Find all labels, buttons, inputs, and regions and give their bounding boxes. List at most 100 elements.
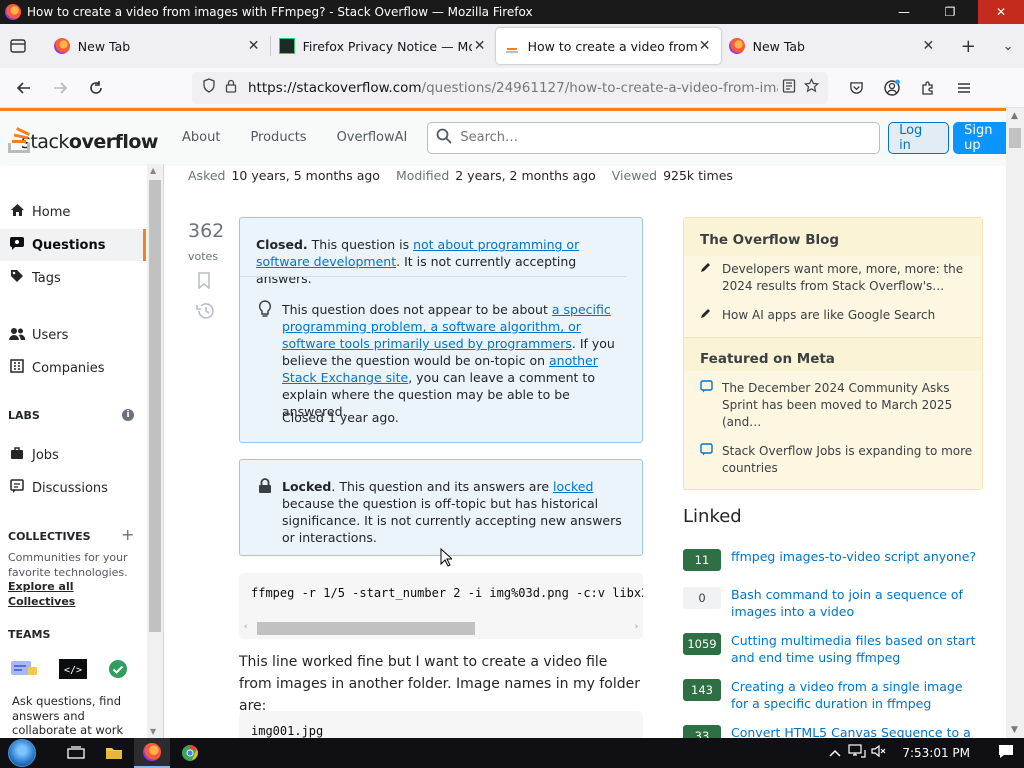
code-block-ffmpeg-command[interactable]: ffmpeg -r 1/5 -start_number 2 -i img%03d…: [239, 573, 643, 639]
taskbar-file-explorer[interactable]: [96, 738, 132, 768]
page-scroll-thumb[interactable]: [1009, 128, 1021, 148]
tab-close-icon[interactable]: ✕: [472, 38, 488, 54]
scroll-up-icon[interactable]: ▲: [150, 166, 156, 175]
start-button[interactable]: [8, 739, 36, 767]
scroll-down-icon[interactable]: ▼: [1011, 725, 1018, 735]
linked-question[interactable]: 11 ffmpeg images-to-video script anyone?: [683, 548, 983, 571]
code-block-filenames[interactable]: img001.jpg: [239, 711, 643, 738]
list-all-tabs-button[interactable]: ⌄: [992, 39, 1024, 54]
extensions-button[interactable]: [910, 80, 946, 96]
sidebar-item-tags[interactable]: Tags: [0, 262, 146, 294]
scroll-up-icon[interactable]: ▲: [1011, 111, 1018, 121]
question-meta: Asked 10 years, 5 months ago Modified 2 ye…: [188, 168, 749, 183]
tab-new-tab-1[interactable]: New Tab ✕: [46, 28, 270, 64]
tracking-protection-shield-icon[interactable]: [198, 78, 220, 97]
info-icon[interactable]: i: [122, 409, 134, 421]
nav-products[interactable]: Products: [250, 130, 306, 145]
forward-button[interactable]: [42, 72, 78, 104]
sidebar-scrollbar[interactable]: ▲ ▼: [147, 164, 163, 738]
new-tab-button[interactable]: +: [952, 36, 984, 57]
code-scroll-thumb[interactable]: [257, 622, 475, 635]
tab-list-button[interactable]: [0, 24, 36, 68]
page-viewport: stackoverflow About Products OverflowAI …: [0, 108, 1024, 738]
sidebar-item-users[interactable]: Users: [0, 319, 146, 351]
stackoverflow-logo[interactable]: stackoverflow: [8, 123, 159, 153]
window-title: How to create a video from images with F…: [27, 5, 533, 19]
firefox-icon: [143, 743, 161, 761]
app-menu-button[interactable]: [946, 82, 982, 94]
sidebar-item-jobs[interactable]: Jobs: [0, 439, 146, 471]
linked-question-link[interactable]: ffmpeg images-to-video script anyone?: [731, 548, 976, 571]
sidebar-scroll-thumb[interactable]: [149, 180, 161, 632]
taskbar-firefox[interactable]: [134, 738, 170, 768]
tab-close-icon[interactable]: ✕: [920, 38, 936, 54]
minimize-button[interactable]: —: [886, 0, 922, 24]
bookmark-star-icon[interactable]: [800, 77, 822, 97]
task-view-button[interactable]: [58, 738, 94, 768]
blog-item[interactable]: Developers want more, more, more: the 20…: [700, 261, 976, 295]
taskbar-clock[interactable]: 7:53:01 PM: [902, 746, 970, 760]
close-window-button[interactable]: ✕: [978, 0, 1024, 24]
linked-question[interactable]: 0 Bash command to join a sequence of ima…: [683, 586, 983, 620]
featured-on-meta-heading: Featured on Meta: [700, 351, 835, 367]
linked-question[interactable]: 143 Creating a video from a single image…: [683, 678, 983, 712]
site-search[interactable]: [427, 121, 881, 154]
tab-privacy-notice[interactable]: Firefox Privacy Notice — Mozill ✕: [271, 28, 496, 64]
nav-overflowai[interactable]: OverflowAI: [337, 130, 408, 145]
pencil-icon: [700, 261, 722, 295]
sidebar-item-home[interactable]: Home: [0, 196, 146, 228]
explore-collectives-link[interactable]: Explore all Collectives: [8, 580, 75, 608]
maximize-button[interactable]: ❐: [932, 0, 968, 24]
code-line: ffmpeg -r 1/5 -start_number 2 -i img%03d…: [251, 586, 643, 600]
collectives-description: Communities for your favorite technologi…: [8, 551, 138, 609]
linked-heading: Linked: [683, 506, 742, 527]
sidebar-item-companies[interactable]: Companies: [0, 352, 146, 384]
sidebar-item-questions[interactable]: Questions: [0, 229, 146, 261]
show-hidden-icons-chevron-icon[interactable]: [824, 746, 846, 761]
nav-about[interactable]: About: [182, 130, 220, 145]
linked-question[interactable]: 33 Convert HTML5 Canvas Sequence to a: [683, 724, 983, 738]
action-center-icon[interactable]: [988, 744, 1024, 763]
linked-question-link[interactable]: Convert HTML5 Canvas Sequence to a: [731, 724, 971, 738]
meta-item[interactable]: The December 2024 Community Asks Sprint …: [700, 380, 976, 431]
account-button[interactable]: [874, 79, 910, 97]
tab-close-icon[interactable]: ✕: [246, 38, 262, 54]
scroll-right-icon[interactable]: ›: [634, 622, 639, 632]
tab-new-tab-2[interactable]: New Tab ✕: [721, 28, 945, 64]
login-button[interactable]: Log in: [888, 121, 950, 154]
add-collective-plus-icon[interactable]: +: [121, 525, 134, 544]
linked-question[interactable]: 1059 Cutting multimedia files based on s…: [683, 632, 983, 666]
scroll-left-icon[interactable]: ‹: [243, 622, 248, 632]
closed-reason: This question does not appear to be abou…: [282, 302, 615, 419]
url-path: /questions/24961127/how-to-create-a-vide…: [421, 79, 778, 96]
lock-icon: [258, 478, 272, 498]
blog-item[interactable]: How AI apps are like Google Search: [700, 307, 976, 324]
linked-question-link[interactable]: Bash command to join a sequence of image…: [731, 586, 983, 620]
meta-item[interactable]: Stack Overflow Jobs is expanding to more…: [700, 443, 976, 477]
reload-button[interactable]: [78, 72, 114, 104]
locked-link[interactable]: locked: [553, 479, 593, 494]
taskbar-chrome[interactable]: [172, 738, 208, 768]
tab-label: New Tab: [752, 38, 805, 54]
url-bar[interactable]: https://stackoverflow.com/questions/2496…: [192, 71, 828, 104]
volume-muted-icon[interactable]: [868, 744, 890, 762]
sidebar-item-discussions[interactable]: Discussions: [0, 472, 146, 504]
bookmark-icon[interactable]: [197, 272, 211, 293]
tab-close-icon[interactable]: ✕: [697, 38, 713, 54]
pocket-button[interactable]: [838, 81, 874, 95]
tab-stackoverflow-question[interactable]: How to create a video from im ✕: [495, 28, 721, 64]
linked-question-link[interactable]: Creating a video from a single image for…: [731, 678, 983, 712]
linked-question-link[interactable]: Cutting multimedia files based on start …: [731, 632, 983, 666]
network-icon[interactable]: [846, 744, 868, 762]
back-button[interactable]: [6, 72, 42, 104]
locked-notice: Locked. This question and its answers ar…: [239, 459, 643, 556]
url-text[interactable]: https://stackoverflow.com/questions/2496…: [248, 80, 778, 96]
search-input[interactable]: [460, 130, 880, 145]
reader-view-icon[interactable]: [778, 78, 800, 97]
reload-icon: [90, 80, 102, 94]
history-icon[interactable]: [195, 302, 215, 324]
page-scrollbar[interactable]: ▲ ▼: [1006, 108, 1024, 738]
scroll-down-icon[interactable]: ▼: [150, 727, 156, 736]
padlock-icon[interactable]: [220, 79, 242, 97]
code-horizontal-scrollbar[interactable]: ‹ ›: [239, 620, 643, 637]
